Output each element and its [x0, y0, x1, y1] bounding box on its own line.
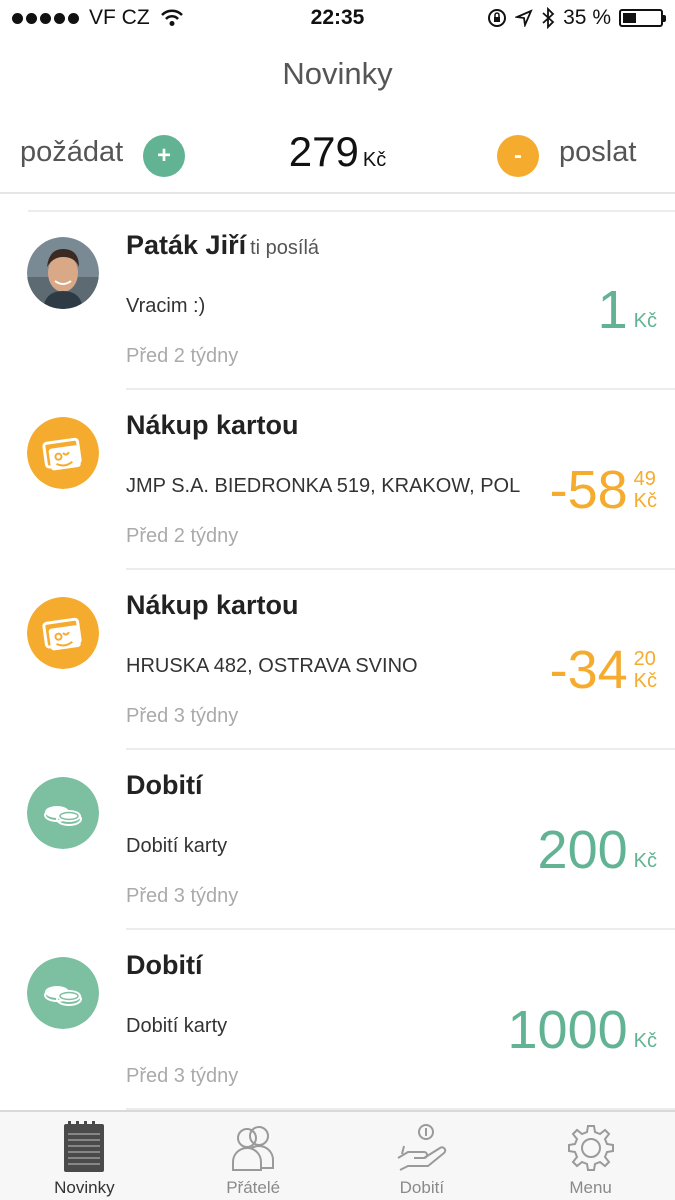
- feed-list: Paták Jiří ti posílá Vracim :) Před 2 týdny…: [0, 210, 675, 1110]
- feed-item-amount: -34 20 Kč: [550, 640, 657, 700]
- feed-item-description: JMP S.A. BIEDRONKA 519, KRAKOW, POL: [126, 475, 521, 497]
- notepad-icon: [64, 1121, 105, 1172]
- feed-item-title: Nákup kartou: [126, 590, 299, 621]
- feed-item-amount: -58 49 Kč: [550, 460, 657, 520]
- amount-cents: 49: [633, 468, 656, 490]
- amount-value: 200: [537, 820, 628, 880]
- rotation-lock-icon: [488, 9, 507, 27]
- topup-icon: [397, 1124, 447, 1171]
- user-avatar: [27, 237, 99, 309]
- amount-value: -58: [549, 460, 628, 520]
- balance-amount: 279: [288, 128, 359, 175]
- battery-icon: [619, 9, 666, 27]
- feed-item-amount: 1000 Kč: [508, 1000, 657, 1060]
- feed-item-name: Nákup kartou: [126, 410, 299, 440]
- tab-novinky[interactable]: Novinky: [0, 1112, 169, 1200]
- gear-icon: [567, 1125, 614, 1171]
- feed-item-amount: 200 Kč: [538, 820, 657, 880]
- feed-item-time: Před 3 týdny: [126, 885, 239, 907]
- feed-item-time: Před 2 týdny: [126, 525, 239, 547]
- tab-label: Dobití: [399, 1178, 445, 1197]
- feed-item-title: Nákup kartou: [126, 410, 299, 441]
- feed-item-title: Dobití: [126, 770, 202, 801]
- coins-icon: [27, 777, 99, 849]
- amount-currency: Kč: [633, 310, 657, 332]
- feed-item-description: HRUSKA 482, OSTRAVA SVINO: [126, 655, 418, 677]
- tab-menu[interactable]: Menu: [506, 1112, 675, 1200]
- feed-item-title: Paták Jiří ti posílá: [126, 230, 319, 261]
- feed-item-name: Paták Jiří: [126, 230, 247, 260]
- feed-item-time: Před 2 týdny: [126, 345, 239, 367]
- feed-item[interactable]: Paták Jiří ti posílá Vracim :) Před 2 týdny…: [0, 210, 675, 390]
- bluetooth-icon: [542, 7, 555, 29]
- tab-bar: Novinky Přátelé Dobití Menu: [0, 1110, 675, 1200]
- page-title: Novinky: [282, 56, 393, 91]
- tab-label: Novinky: [54, 1178, 115, 1197]
- amount-currency: Kč: [633, 1030, 657, 1052]
- feed-item-description: Dobití karty: [126, 1015, 228, 1037]
- amount-value: 1000: [507, 1000, 628, 1060]
- feed-item[interactable]: Dobití Dobití karty Před 3 týdny 1000 Kč: [0, 930, 675, 1110]
- feed-item-name: Nákup kartou: [126, 590, 299, 620]
- amount-currency: Kč: [633, 670, 657, 692]
- feed-item-name: Dobití: [126, 770, 203, 800]
- amount-side: 20 Kč: [634, 648, 657, 692]
- feed-item-description: Vracim :): [126, 295, 206, 317]
- amount-cents: 20: [633, 648, 656, 670]
- status-icons: 35 %: [487, 6, 666, 30]
- feed-item-name: Dobití: [126, 950, 203, 980]
- coins-icon: [27, 957, 99, 1029]
- battery-percent: 35 %: [563, 6, 611, 29]
- tab-dobiti[interactable]: Dobití: [338, 1112, 507, 1200]
- amount-currency: Kč: [633, 490, 657, 512]
- card-icon: [27, 597, 99, 669]
- balance-bar: požádat + 279 Kč - poslat: [0, 122, 675, 194]
- status-bar: VF CZ 22:35 35 %: [0, 0, 675, 40]
- feed-item-title: Dobití: [126, 950, 202, 981]
- amount-currency: Kč: [633, 850, 657, 872]
- card-icon: [27, 417, 99, 489]
- location-icon: [515, 9, 533, 27]
- amount-value: 1: [597, 280, 628, 340]
- feed-item[interactable]: Dobití Dobití karty Před 3 týdny 200 Kč: [0, 750, 675, 930]
- tab-label: Přátelé: [226, 1178, 281, 1197]
- feed-item-time: Před 3 týdny: [126, 705, 239, 727]
- feed-item-subtitle: ti posílá: [250, 237, 320, 259]
- amount-side: 49 Kč: [634, 468, 657, 512]
- send-label[interactable]: poslat: [559, 136, 636, 169]
- send-button[interactable]: -: [497, 135, 539, 177]
- amount-value: -34: [549, 640, 628, 700]
- battery-fill: [623, 13, 636, 23]
- feed-item-amount: 1 Kč: [598, 280, 657, 340]
- feed-item[interactable]: Nákup kartou JMP S.A. BIEDRONKA 519, KRAK…: [0, 390, 675, 570]
- tab-pratele[interactable]: Přátelé: [169, 1112, 338, 1200]
- feed-item[interactable]: Nákup kartou HRUSKA 482, OSTRAVA SVINO Pře…: [0, 570, 675, 750]
- feed-item-description: Dobití karty: [126, 835, 228, 857]
- balance-currency: Kč: [362, 149, 387, 171]
- tab-label: Menu: [569, 1178, 612, 1197]
- friends-icon: [232, 1126, 275, 1171]
- feed-item-time: Před 3 týdny: [126, 1065, 239, 1087]
